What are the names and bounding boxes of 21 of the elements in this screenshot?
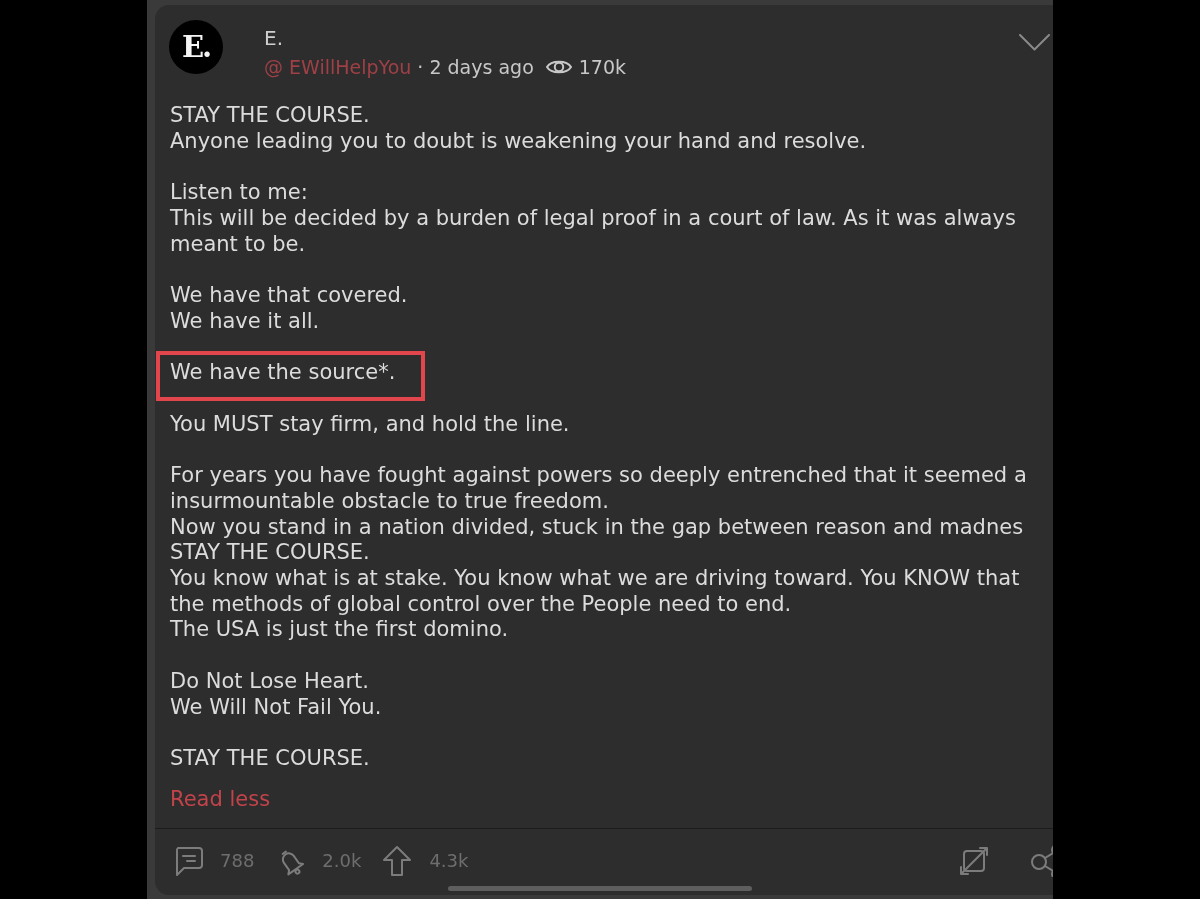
post-paragraph: For years you have fought against powers so deeply entrenched that it seemed a insurmountable obstacle to true freedom. Now you stand in a nation divided, stuck in the gap between reason and madnes STAY THE COURSE. You know what is at stake. You know what we are driving toward. You KNOW that the methods of global control over the People need to end. The USA is just the first domino. [170,463,1027,644]
avatar-logo: E. [169,20,223,74]
post-paragraph: Do Not Lose Heart. We Will Not Fail You. [170,668,382,721]
action-count: 4.3k [429,849,469,874]
read-less-link[interactable]: Read less [170,786,271,813]
action-count: 788 [220,849,255,874]
chevron-down-icon[interactable] [1019,34,1050,51]
eye-icon [545,58,572,76]
arrow-up-icon[interactable] [381,845,414,878]
action-count: 2.0k [322,849,362,874]
post-paragraph: Listen to me: This will be decided by a burden of legal proof in a court of law. As it was always meant to be. [170,180,1016,258]
post-paragraph: STAY THE COURSE. Anyone leading you to doubt is weakening your hand and resolve. [170,103,867,155]
post-paragraph: You MUST stay firm, and hold the line. [170,411,570,438]
author-handle[interactable]: @ EWillHelpYou [264,54,412,80]
highlighted-paragraph: We have the source*. [156,351,426,401]
view-count: 170k [578,55,627,80]
post-paragraph: STAY THE COURSE. [170,745,370,772]
expand-icon[interactable] [958,845,990,878]
author-name: E. [264,25,284,51]
post-time: · 2 days ago [417,55,534,80]
post-paragraph: We have that covered. We have it all. [170,283,408,335]
